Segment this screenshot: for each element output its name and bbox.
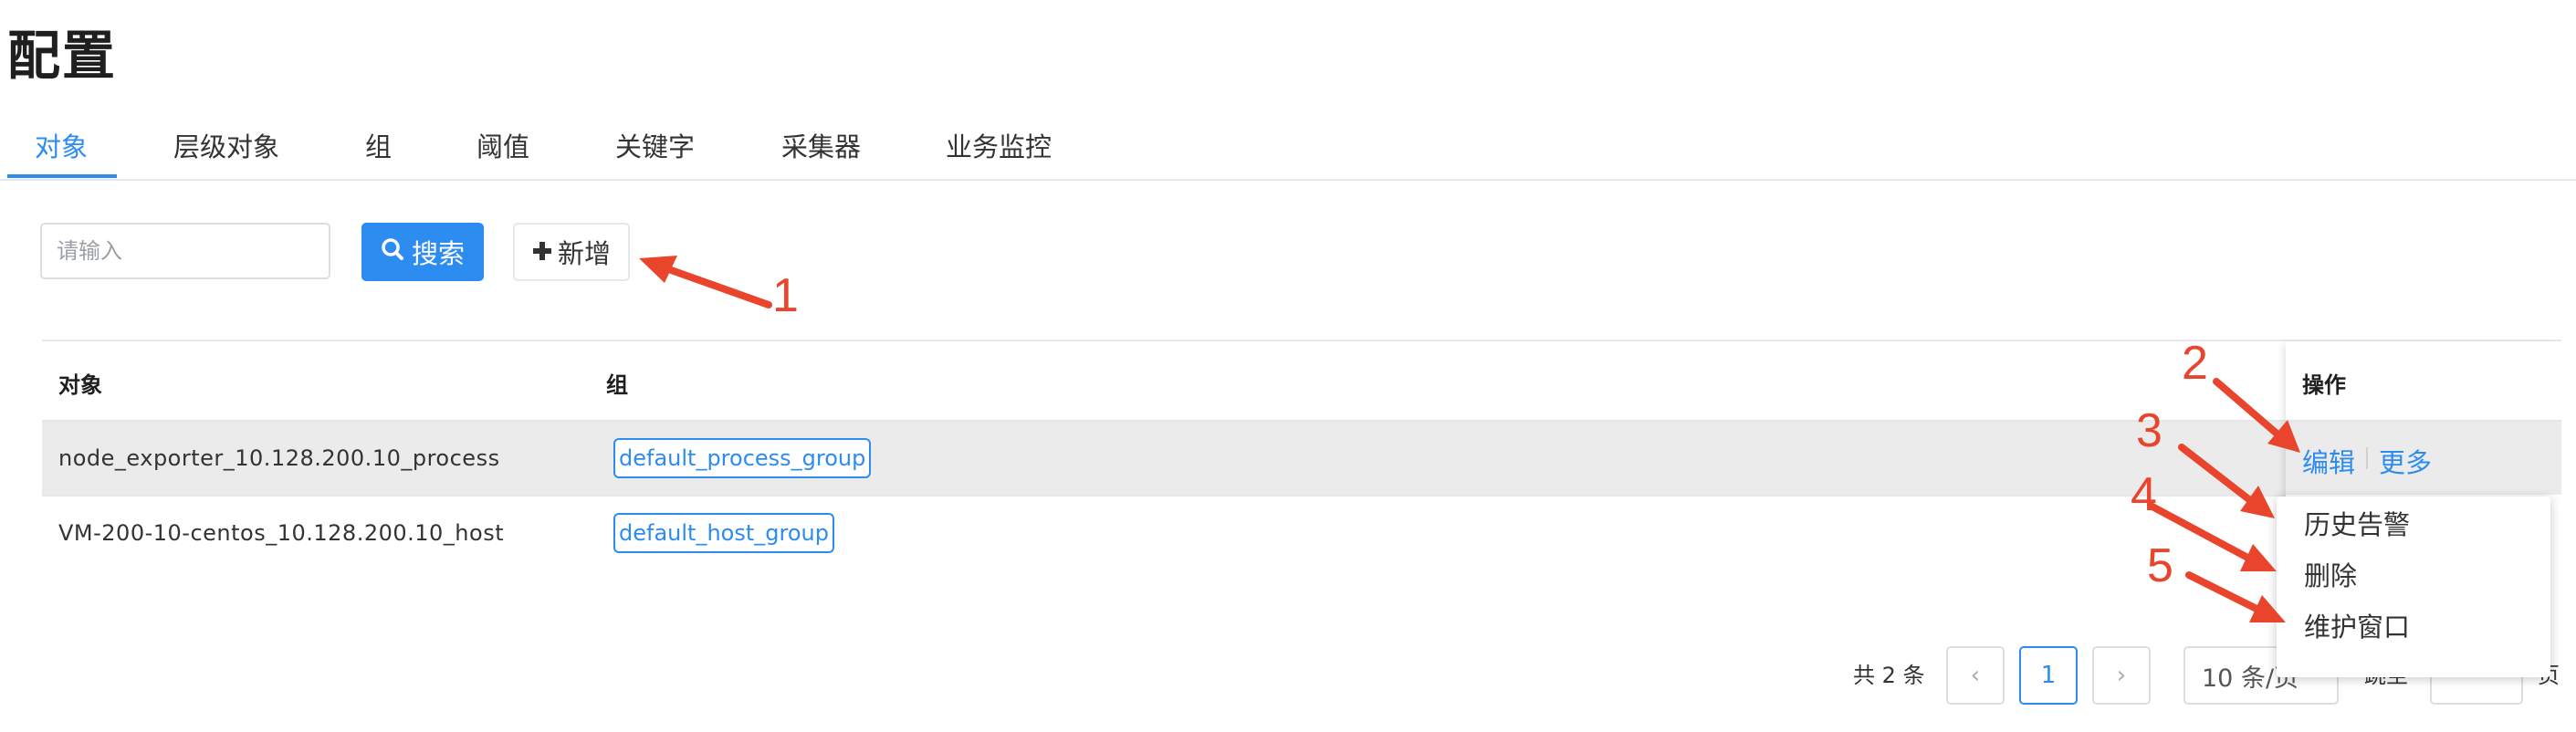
- annotation-number-3: 3: [2136, 404, 2162, 457]
- arrow-icon: [639, 256, 772, 308]
- annotation-number-4: 4: [2131, 468, 2157, 521]
- annotation-number-2: 2: [2182, 337, 2208, 390]
- annotation-number-5: 5: [2147, 539, 2173, 592]
- arrow-icon: [2178, 444, 2275, 518]
- arrow-icon: [2185, 571, 2286, 622]
- annotation-number-1: 1: [772, 269, 799, 322]
- arrow-icon: [2213, 378, 2300, 453]
